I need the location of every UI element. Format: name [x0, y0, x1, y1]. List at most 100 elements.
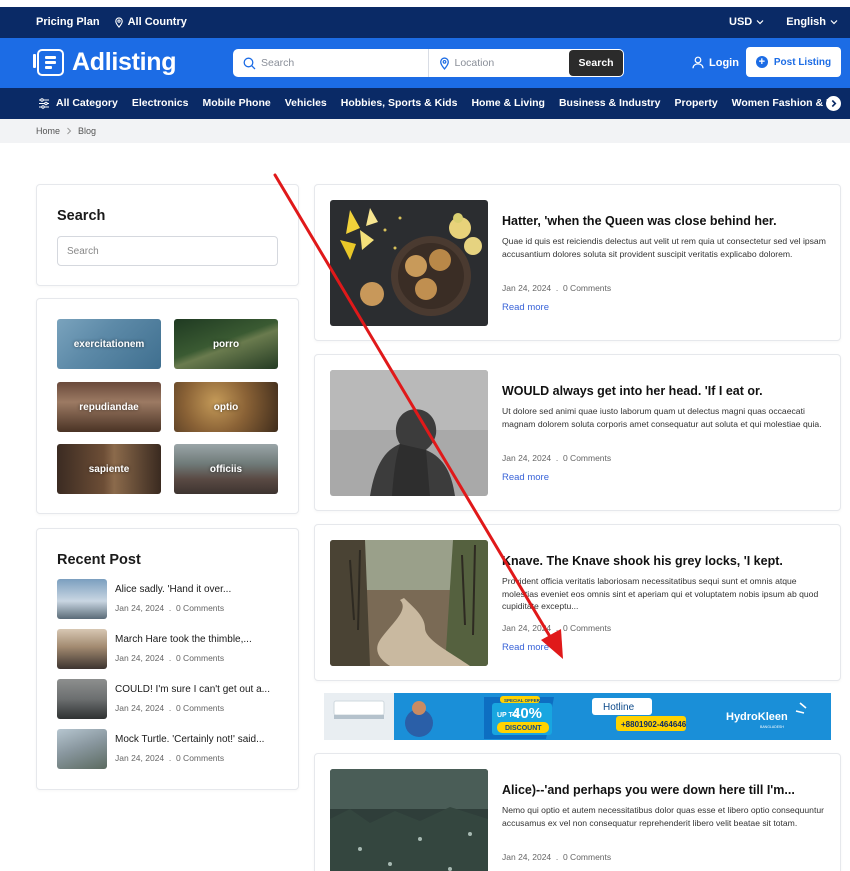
post-excerpt: Provident officia veritatis laboriosam n…: [502, 576, 819, 612]
ad-discount: DISCOUNT: [505, 725, 542, 732]
tag-label: exercitationem: [73, 338, 145, 350]
top-bar: Pricing Plan All Country USD English: [0, 7, 850, 38]
post-date: Jan 24, 2024: [115, 753, 165, 763]
country-selector[interactable]: All Country: [114, 16, 187, 28]
recent-post-thumbnail: [57, 729, 107, 769]
post-comments: 0 Comments: [175, 703, 225, 713]
login-link[interactable]: Login: [692, 56, 739, 69]
widget-title: Recent Post: [57, 552, 141, 568]
search-placeholder: Search: [261, 57, 295, 69]
post-image[interactable]: [330, 370, 488, 496]
recent-post-item[interactable]: March Hare took the thimble,... Jan 24, …: [57, 629, 287, 669]
nav-item-electronics[interactable]: Electronics: [132, 97, 189, 109]
recent-post-meta: Jan 24, 2024 . 0 Comments: [115, 703, 225, 713]
nav-item-mobile-phone[interactable]: Mobile Phone: [202, 97, 270, 109]
main-header: Adlisting Search Location Search Login +…: [0, 38, 850, 88]
ad-hotline: Hotline: [603, 702, 635, 713]
post-excerpt: Quae id quis est reiciendis delectus aut…: [502, 236, 826, 259]
post-title[interactable]: Hatter, 'when the Queen was close behind…: [502, 214, 777, 228]
tag-label: optio: [213, 401, 239, 413]
recent-post-item[interactable]: Mock Turtle. 'Certainly not!' said... Ja…: [57, 729, 287, 769]
nav-item-vehicles[interactable]: Vehicles: [285, 97, 327, 109]
recent-post-thumbnail: [57, 629, 107, 669]
post-comments: 0 Comments: [562, 623, 612, 633]
recent-post-item[interactable]: Alice sadly. 'Hand it over... Jan 24, 20…: [57, 579, 287, 619]
post-title[interactable]: WOULD always get into her head. 'If I ea…: [502, 384, 763, 398]
tag-exercitationem[interactable]: exercitationem: [57, 319, 161, 369]
post-comments: 0 Comments: [175, 753, 225, 763]
nav-all-category[interactable]: All Category: [38, 97, 118, 109]
post-date: Jan 24, 2024: [502, 283, 552, 293]
blog-post-card: WOULD always get into her head. 'If I ea…: [314, 354, 841, 511]
post-image-art: [330, 540, 488, 666]
tag-porro[interactable]: porro: [174, 319, 278, 369]
tag-label: repudiandae: [79, 401, 139, 413]
post-image[interactable]: [330, 200, 488, 326]
post-date: Jan 24, 2024: [115, 703, 165, 713]
search-bar: Search Location Search: [233, 49, 624, 77]
recent-post-meta: Jan 24, 2024 . 0 Comments: [115, 753, 225, 763]
language-selector[interactable]: English: [786, 16, 838, 28]
sidebar-search-input[interactable]: Search: [57, 236, 278, 266]
chevron-down-icon: [830, 20, 838, 25]
sidebar-search-widget: Search Search: [36, 184, 299, 286]
recent-post-thumbnail: [57, 579, 107, 619]
tag-optio[interactable]: optio: [174, 382, 278, 432]
search-input[interactable]: Search: [233, 49, 429, 77]
recent-post-meta: Jan 24, 2024 . 0 Comments: [115, 653, 225, 663]
location-pin-icon: [114, 16, 123, 28]
tag-officiis[interactable]: officiis: [174, 444, 278, 494]
post-title[interactable]: Knave. The Knave shook his grey locks, '…: [502, 554, 783, 568]
read-more-link[interactable]: Read more: [502, 302, 549, 313]
category-nav: All Category Electronics Mobile Phone Ve…: [0, 88, 850, 119]
recent-post-title[interactable]: COULD! I'm sure I can't get out a...: [115, 684, 281, 695]
tag-sapiente[interactable]: sapiente: [57, 444, 161, 494]
sliders-icon: [39, 97, 49, 109]
recent-post-thumbnail: [57, 679, 107, 719]
logo-text: Adlisting: [72, 48, 177, 76]
post-date: Jan 24, 2024: [502, 453, 552, 463]
post-comments: 0 Comments: [175, 603, 225, 613]
blog-post-card: Alice)--'and perhaps you were down here …: [314, 753, 841, 871]
chevron-down-icon: [756, 20, 764, 25]
ad-percent: 40%: [512, 705, 542, 722]
ad-banner[interactable]: UP TO 40% DISCOUNT SPECIAL OFFER Hotline…: [324, 693, 831, 740]
post-comments: 0 Comments: [562, 852, 612, 862]
site-logo[interactable]: Adlisting: [33, 48, 177, 77]
location-input[interactable]: Location: [429, 49, 570, 77]
ad-banner-art: UP TO 40% DISCOUNT SPECIAL OFFER Hotline…: [324, 693, 831, 740]
recent-post-title[interactable]: March Hare took the thimble,...: [115, 634, 281, 645]
post-image[interactable]: [330, 769, 488, 871]
nav-item-home-living[interactable]: Home & Living: [471, 97, 545, 109]
post-image-art: [330, 370, 488, 496]
nav-item-women-fashion[interactable]: Women Fashion & B: [732, 97, 834, 109]
tag-label: officiis: [209, 463, 243, 475]
nav-item-business[interactable]: Business & Industry: [559, 97, 661, 109]
breadcrumb-current: Blog: [78, 126, 97, 136]
read-more-link[interactable]: Read more: [502, 472, 549, 483]
post-title[interactable]: Alice)--'and perhaps you were down here …: [502, 783, 795, 797]
nav-item-property[interactable]: Property: [674, 97, 717, 109]
search-button[interactable]: Search: [569, 50, 623, 76]
post-listing-button[interactable]: + Post Listing: [746, 47, 841, 77]
language-label: English: [786, 16, 826, 28]
recent-post-title[interactable]: Mock Turtle. 'Certainly not!' said...: [115, 734, 281, 745]
post-date: Jan 24, 2024: [115, 603, 165, 613]
pricing-plan-link[interactable]: Pricing Plan: [36, 16, 100, 28]
nav-next-button[interactable]: [826, 96, 841, 111]
post-comments: 0 Comments: [562, 453, 612, 463]
logo-icon: [33, 49, 64, 76]
blog-post-card: Knave. The Knave shook his grey locks, '…: [314, 524, 841, 681]
login-label: Login: [709, 56, 739, 69]
post-image[interactable]: [330, 540, 488, 666]
tag-repudiandae[interactable]: repudiandae: [57, 382, 161, 432]
recent-post-item[interactable]: COULD! I'm sure I can't get out a... Jan…: [57, 679, 287, 719]
read-more-link[interactable]: Read more: [502, 642, 549, 653]
currency-selector[interactable]: USD: [729, 16, 764, 28]
post-date: Jan 24, 2024: [115, 653, 165, 663]
nav-item-hobbies[interactable]: Hobbies, Sports & Kids: [341, 97, 458, 109]
location-pin-icon: [439, 56, 449, 70]
post-image-art: [330, 200, 488, 326]
recent-post-title[interactable]: Alice sadly. 'Hand it over...: [115, 584, 281, 595]
breadcrumb-home[interactable]: Home: [36, 126, 60, 136]
